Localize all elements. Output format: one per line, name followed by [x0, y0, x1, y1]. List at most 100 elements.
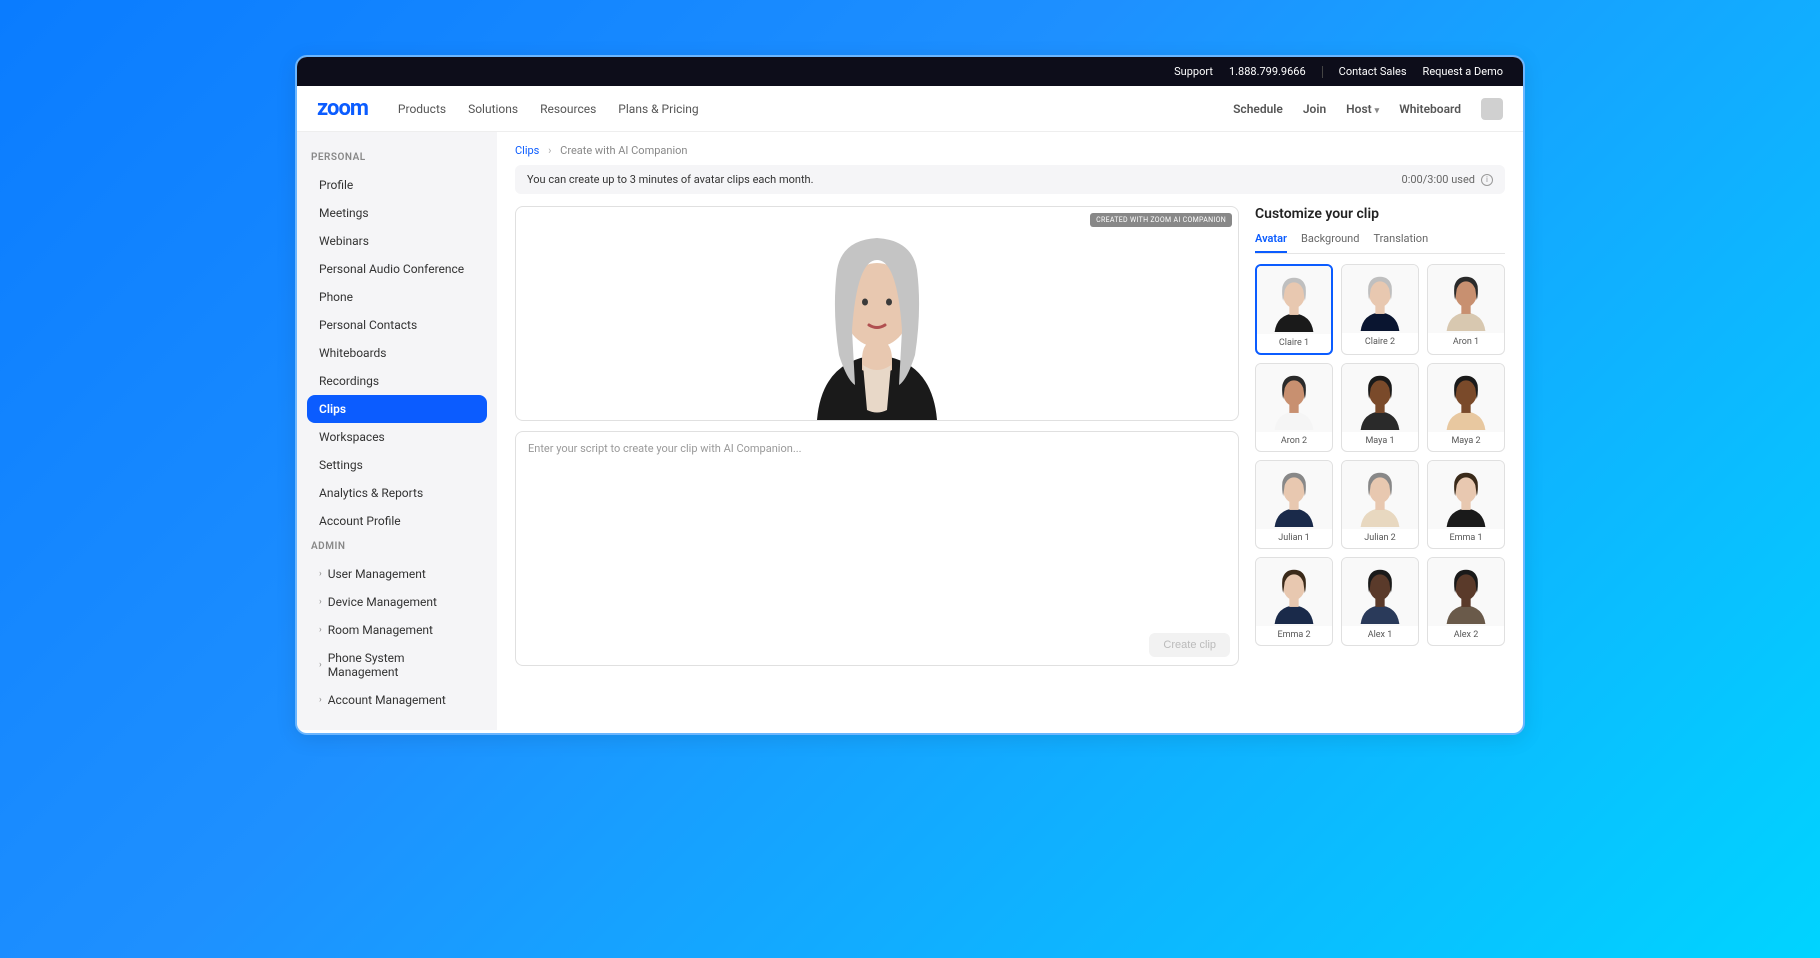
chevron-right-icon: › [319, 695, 322, 705]
script-textarea[interactable] [516, 432, 1238, 665]
usage-counter: 0:00/3:00 used i [1402, 173, 1493, 186]
nav-resources[interactable]: Resources [540, 102, 596, 116]
avatar-card-claire-2[interactable]: Claire 2 [1341, 264, 1419, 355]
sidebar-item-meetings[interactable]: Meetings [307, 199, 487, 227]
avatar-thumb [1342, 265, 1418, 333]
contact-sales-link[interactable]: Contact Sales [1339, 65, 1407, 78]
sidebar-item-webinars[interactable]: Webinars [307, 227, 487, 255]
avatar-card-label: Claire 2 [1365, 333, 1395, 352]
sidebar-item-clips[interactable]: Clips [307, 395, 487, 423]
nav-host-dropdown[interactable]: Host [1346, 102, 1379, 116]
avatar-card-label: Alex 1 [1368, 626, 1393, 645]
sidebar-item-label: User Management [328, 567, 426, 581]
sidebar-item-label: Phone System Management [328, 651, 475, 679]
customize-tabs: Avatar Background Translation [1255, 232, 1505, 254]
phone-link[interactable]: 1.888.799.9666 [1229, 65, 1306, 78]
chevron-right-icon: › [319, 625, 322, 635]
script-input-box: Create clip [515, 431, 1239, 666]
editor-columns: CREATED WITH ZOOM AI COMPANION [515, 206, 1505, 666]
avatar-card-emma-2[interactable]: Emma 2 [1255, 557, 1333, 646]
nav-whiteboard[interactable]: Whiteboard [1399, 102, 1461, 116]
avatar-card-label: Julian 2 [1364, 529, 1395, 548]
nav-plans-pricing[interactable]: Plans & Pricing [618, 102, 698, 116]
avatar-card-emma-1[interactable]: Emma 1 [1427, 460, 1505, 549]
info-icon[interactable]: i [1481, 174, 1493, 186]
sidebar-item-account-management[interactable]: › Account Management [307, 686, 487, 714]
tab-translation[interactable]: Translation [1373, 232, 1428, 253]
chevron-right-icon: › [319, 569, 322, 579]
avatar-grid: Claire 1 Claire 2 Aron 1 Aron 2 Maya 1 M… [1255, 264, 1505, 646]
avatar-card-aron-1[interactable]: Aron 1 [1427, 264, 1505, 355]
sidebar-item-device-management[interactable]: › Device Management [307, 588, 487, 616]
sidebar-heading-admin: ADMIN [311, 541, 487, 552]
avatar-card-label: Alex 2 [1454, 626, 1479, 645]
sidebar-item-analytics-reports[interactable]: Analytics & Reports [307, 479, 487, 507]
create-clip-button[interactable]: Create clip [1149, 633, 1230, 657]
avatar-thumb [1342, 461, 1418, 529]
main-panel: Clips › Create with AI Companion You can… [497, 132, 1523, 730]
sidebar-item-workspaces[interactable]: Workspaces [307, 423, 487, 451]
sidebar-item-user-management[interactable]: › User Management [307, 560, 487, 588]
breadcrumb-current: Create with AI Companion [560, 144, 687, 157]
nav-links: Products Solutions Resources Plans & Pri… [398, 102, 699, 116]
avatar-card-alex-2[interactable]: Alex 2 [1427, 557, 1505, 646]
avatar-card-aron-2[interactable]: Aron 2 [1255, 363, 1333, 452]
user-avatar-icon[interactable] [1481, 98, 1503, 120]
sidebar: PERSONAL ProfileMeetingsWebinarsPersonal… [297, 132, 497, 730]
sidebar-item-room-management[interactable]: › Room Management [307, 616, 487, 644]
sidebar-item-profile[interactable]: Profile [307, 171, 487, 199]
avatar-card-julian-1[interactable]: Julian 1 [1255, 460, 1333, 549]
usage-text: 0:00/3:00 used [1402, 173, 1475, 186]
sidebar-item-label: Device Management [328, 595, 437, 609]
sidebar-heading-personal: PERSONAL [311, 152, 487, 163]
avatar-preview-box: CREATED WITH ZOOM AI COMPANION [515, 206, 1239, 421]
nav-solutions[interactable]: Solutions [468, 102, 518, 116]
avatar-card-julian-2[interactable]: Julian 2 [1341, 460, 1419, 549]
nav-right: Schedule Join Host Whiteboard [1233, 98, 1503, 120]
request-demo-link[interactable]: Request a Demo [1423, 65, 1503, 78]
sidebar-item-whiteboards[interactable]: Whiteboards [307, 339, 487, 367]
support-link[interactable]: Support [1174, 65, 1213, 78]
avatar-thumb [1428, 558, 1504, 626]
avatar-thumb [1342, 558, 1418, 626]
avatar-thumb [1428, 461, 1504, 529]
ai-companion-badge: CREATED WITH ZOOM AI COMPANION [1090, 213, 1232, 227]
nav-join[interactable]: Join [1303, 102, 1326, 116]
sidebar-item-account-profile[interactable]: Account Profile [307, 507, 487, 535]
avatar-card-label: Emma 2 [1277, 626, 1310, 645]
avatar-card-alex-1[interactable]: Alex 1 [1341, 557, 1419, 646]
avatar-card-maya-1[interactable]: Maya 1 [1341, 363, 1419, 452]
avatar-card-label: Claire 1 [1279, 334, 1309, 353]
avatar-card-label: Maya 1 [1365, 432, 1394, 451]
avatar-thumb [1256, 558, 1332, 626]
sidebar-item-label: Account Management [328, 693, 446, 707]
sidebar-item-personal-contacts[interactable]: Personal Contacts [307, 311, 487, 339]
sidebar-item-phone[interactable]: Phone [307, 283, 487, 311]
sidebar-item-settings[interactable]: Settings [307, 451, 487, 479]
avatar-card-label: Emma 1 [1449, 529, 1482, 548]
avatar-card-maya-2[interactable]: Maya 2 [1427, 363, 1505, 452]
zoom-logo[interactable]: zoom [317, 96, 368, 121]
chevron-right-icon: › [548, 144, 551, 157]
avatar-card-label: Aron 2 [1281, 432, 1307, 451]
divider [1322, 66, 1323, 78]
content-area: PERSONAL ProfileMeetingsWebinarsPersonal… [297, 132, 1523, 730]
customize-panel: Customize your clip Avatar Background Tr… [1255, 206, 1505, 666]
tab-background[interactable]: Background [1301, 232, 1359, 253]
sidebar-item-recordings[interactable]: Recordings [307, 367, 487, 395]
avatar-card-label: Aron 1 [1453, 333, 1479, 352]
app-window: Support 1.888.799.9666 Contact Sales Req… [295, 55, 1525, 735]
avatar-card-label: Maya 2 [1451, 432, 1480, 451]
avatar-card-claire-1[interactable]: Claire 1 [1255, 264, 1333, 355]
nav-products[interactable]: Products [398, 102, 446, 116]
nav-schedule[interactable]: Schedule [1233, 102, 1283, 116]
tab-avatar[interactable]: Avatar [1255, 232, 1287, 253]
sidebar-item-phone-system-management[interactable]: ›Phone System Management [307, 644, 487, 686]
sidebar-item-label: Room Management [328, 623, 433, 637]
main-navbar: zoom Products Solutions Resources Plans … [297, 86, 1523, 132]
breadcrumb-clips-link[interactable]: Clips [515, 144, 539, 157]
chevron-right-icon: › [319, 597, 322, 607]
avatar-thumb [1342, 364, 1418, 432]
sidebar-item-personal-audio-conference[interactable]: Personal Audio Conference [307, 255, 487, 283]
avatar-thumb [1256, 461, 1332, 529]
